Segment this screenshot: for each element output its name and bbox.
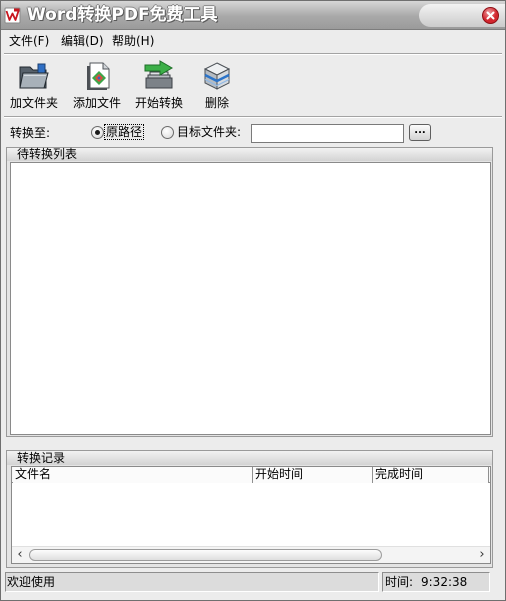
target-folder-radio[interactable] [161,126,174,139]
conversion-log-title: 转换记录 [17,451,66,465]
status-time-value: 9:32:38 [421,575,468,589]
convert-to-label: 转换至: [10,126,51,140]
status-time-label: 时间: [385,575,414,589]
title-bar[interactable]: Word转换PDF免费工具 [1,1,505,30]
word-to-pdf-app-icon[interactable] [4,7,21,24]
toolbar-separator [4,116,502,118]
column-start-time[interactable]: 开始时间 [253,467,373,483]
add-folder-button[interactable]: 加文件夹 [6,57,62,113]
menu-edit[interactable]: 编辑(D) [61,34,104,48]
status-message-panel: 欢迎使用 [5,572,379,592]
pending-list-group: 待转换列表 [6,147,493,437]
conversion-log-list[interactable]: 文件名 开始时间 完成时间 ‹ › [11,466,491,564]
scroll-thumb[interactable] [29,549,382,561]
log-column-header: 文件名 开始时间 完成时间 [12,467,490,483]
start-convert-button[interactable]: 开始转换 [131,57,187,113]
close-button[interactable] [482,7,499,24]
log-horizontal-scrollbar[interactable]: ‹ › [12,546,490,563]
convert-icon [143,60,175,92]
original-path-radio[interactable] [91,126,104,139]
menu-help[interactable]: 帮助(H) [112,34,154,48]
delete-label: 删除 [204,96,229,110]
pending-list-title: 待转换列表 [17,147,78,161]
menu-separator [4,53,502,55]
delete-icon [201,60,233,92]
browse-folder-button[interactable]: ... [409,124,431,141]
add-file-icon [81,60,113,92]
menu-bar: 文件(F) 编辑(D) 帮助(H) [1,30,505,52]
conversion-log-header: 转换记录 [7,451,492,465]
start-convert-label: 开始转换 [134,96,183,110]
add-folder-label: 加文件夹 [9,96,58,110]
target-folder-input[interactable] [251,124,404,143]
target-folder-label[interactable]: 目标文件夹: [176,125,242,139]
app-window: Word转换PDF免费工具 文件(F) 编辑(D) 帮助(H) 加文件夹 添加文… [0,0,506,601]
scroll-right-icon[interactable]: › [475,547,489,563]
menu-file[interactable]: 文件(F) [9,34,49,48]
pending-list-header: 待转换列表 [7,148,492,161]
column-finish-time[interactable]: 完成时间 [373,467,489,483]
original-path-label[interactable]: 原路径 [103,124,145,140]
add-file-label: 添加文件 [72,96,121,110]
conversion-log-group: 转换记录 文件名 开始时间 完成时间 ‹ › [6,450,493,568]
window-title: Word转换PDF免费工具 [27,5,218,25]
delete-button[interactable]: 删除 [193,57,241,113]
status-time-panel: 时间: 9:32:38 [382,572,490,592]
add-file-button[interactable]: 添加文件 [69,57,125,113]
pending-file-list[interactable] [10,162,491,435]
column-file-name[interactable]: 文件名 [13,467,253,483]
folder-icon [18,60,50,92]
scroll-left-icon[interactable]: ‹ [13,547,27,563]
status-message: 欢迎使用 [7,575,56,589]
